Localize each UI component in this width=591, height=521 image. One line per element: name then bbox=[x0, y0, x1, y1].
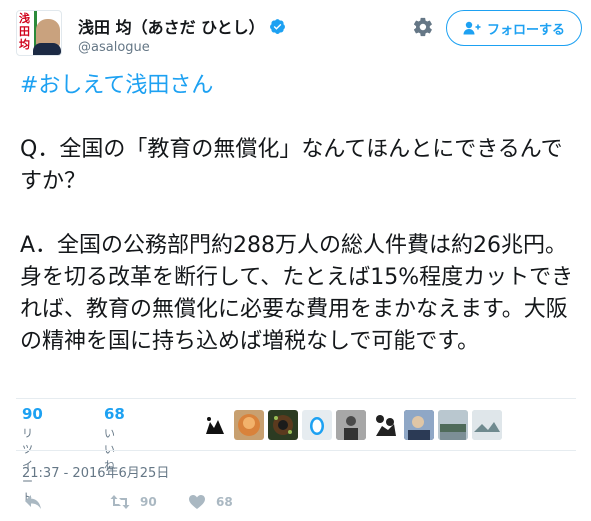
author-info[interactable]: 浅田 均（あさだ ひとし） @asalogue bbox=[78, 14, 286, 55]
tweet-header: 浅田均 浅田 均（あさだ ひとし） @asalogue フォローする bbox=[16, 10, 582, 58]
liker-avatar[interactable] bbox=[404, 410, 434, 440]
liker-avatar-image bbox=[206, 417, 224, 434]
liker-avatar-image bbox=[438, 410, 468, 440]
liker-avatar[interactable] bbox=[472, 410, 502, 440]
liker-avatar[interactable] bbox=[302, 410, 332, 440]
liker-avatar[interactable] bbox=[438, 410, 468, 440]
liker-avatar-image bbox=[238, 414, 260, 436]
gear-icon[interactable] bbox=[412, 16, 434, 38]
retweet-count[interactable]: 90 bbox=[22, 405, 43, 423]
like-button[interactable]: 68 bbox=[188, 494, 233, 510]
liker-avatar[interactable] bbox=[234, 410, 264, 440]
tweet-answer: A．全国の公務部門約288万人の総人件費は約26兆円。身を切る改革を断行して、た… bbox=[20, 233, 574, 354]
liker-avatar-image bbox=[376, 415, 396, 436]
tweet-question: Q．全国の「教育の無償化」なんてほんとにできるんですか？ bbox=[20, 137, 563, 194]
like-count[interactable]: 68 bbox=[104, 405, 125, 423]
hashtag-link[interactable]: #おしえて浅田さん bbox=[20, 70, 576, 102]
liker-avatar[interactable] bbox=[200, 410, 230, 440]
avatar-logo-text: 浅田均 bbox=[19, 12, 30, 51]
liker-avatar-image bbox=[273, 415, 293, 435]
liker-avatar-image bbox=[404, 410, 434, 440]
author-handle[interactable]: @asalogue bbox=[78, 40, 286, 55]
author-display-name[interactable]: 浅田 均（あさだ ひとし） bbox=[78, 18, 265, 37]
retweet-action-count: 90 bbox=[140, 495, 157, 509]
like-action-count: 68 bbox=[216, 495, 233, 509]
avatar-suit bbox=[33, 43, 61, 55]
liker-avatar-image bbox=[336, 410, 366, 440]
author-name-row[interactable]: 浅田 均（あさだ ひとし） bbox=[78, 14, 286, 38]
liker-avatar[interactable] bbox=[370, 410, 400, 440]
follow-button[interactable]: フォローする bbox=[446, 10, 582, 46]
retweet-icon bbox=[110, 495, 130, 509]
reply-icon bbox=[25, 495, 41, 509]
divider-top bbox=[16, 398, 576, 399]
retweet-button[interactable]: 90 bbox=[110, 494, 157, 510]
reply-button[interactable] bbox=[24, 494, 42, 510]
divider-middle bbox=[16, 450, 576, 451]
verified-badge-icon bbox=[269, 19, 285, 34]
liker-avatar-image bbox=[472, 410, 502, 440]
tweet-text: #おしえて浅田さん Q．全国の「教育の無償化」なんてほんとにできるんですか？ A… bbox=[20, 70, 576, 358]
default-egg-icon bbox=[310, 417, 324, 435]
follow-user-icon bbox=[463, 21, 481, 35]
heart-icon bbox=[189, 495, 205, 509]
liker-avatar[interactable] bbox=[268, 410, 298, 440]
tweet-timestamp[interactable]: 21:37 - 2016年6月25日 bbox=[22, 462, 169, 481]
retweet-stat[interactable]: 90 リツイート bbox=[22, 405, 43, 505]
follow-button-label: フォローする bbox=[486, 22, 565, 38]
liker-avatar[interactable] bbox=[336, 410, 366, 440]
author-avatar[interactable]: 浅田均 bbox=[16, 10, 62, 56]
